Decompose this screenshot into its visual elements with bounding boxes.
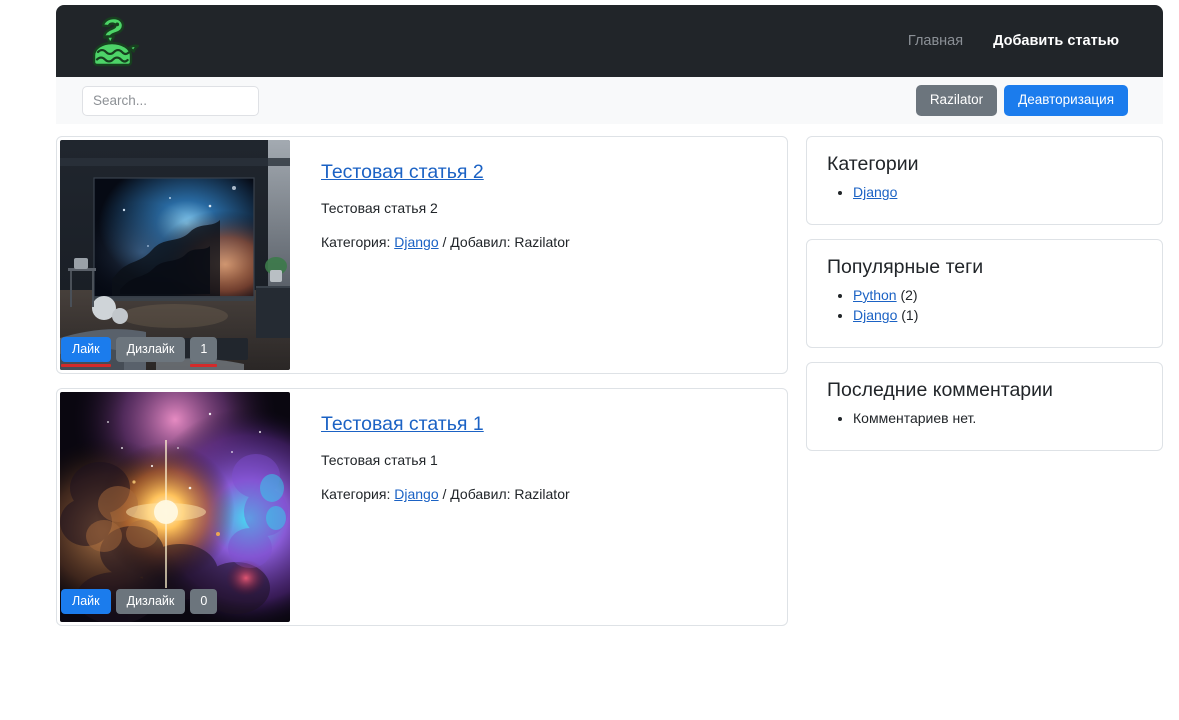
colorful-nebula-starburst-image — [60, 392, 290, 622]
meta-author-label: / Добавил: — [438, 486, 515, 502]
list-item: Django (1) — [853, 307, 1142, 323]
dislike-button[interactable]: Дизлайк — [115, 589, 186, 614]
sidebar: Категории Django Популярные теги Python … — [806, 136, 1163, 640]
rating-count: 0 — [190, 589, 218, 614]
tag-link-python[interactable]: Python — [853, 287, 897, 303]
list-item: Комментариев нет. — [853, 410, 1142, 426]
categories-list: Django — [827, 184, 1142, 200]
logout-button[interactable]: Деавторизация — [1004, 85, 1128, 116]
list-item: Python (2) — [853, 287, 1142, 303]
dislike-button[interactable]: Дизлайк — [115, 337, 186, 362]
meta-author-name: Razilator — [514, 486, 570, 502]
article-meta: Категория: Django / Добавил: Razilator — [321, 486, 767, 502]
article-title-link[interactable]: Тестовая статья 1 — [321, 413, 484, 436]
like-marker — [61, 364, 111, 367]
like-control: Лайк — [61, 337, 111, 367]
article-card: Тестовая статья 2 Тестовая статья 2 Кате… — [56, 136, 788, 374]
article-body: Тестовая статья 2 Тестовая статья 2 Кате… — [291, 139, 785, 371]
rating-count: 1 — [190, 337, 218, 362]
list-item: Django — [853, 184, 1142, 200]
bedroom-nebula-poster-image — [60, 140, 290, 370]
article-text: Тестовая статья 2 — [321, 200, 438, 216]
nav-link-add-article[interactable]: Добавить статью — [993, 33, 1119, 49]
like-control: Лайк — [61, 589, 111, 619]
rating-control: 0 — [190, 589, 218, 619]
widget-title: Категории — [827, 153, 919, 175]
like-button[interactable]: Лайк — [61, 337, 111, 362]
dislike-control: Дизлайк — [115, 337, 186, 367]
meta-category-link[interactable]: Django — [394, 234, 438, 250]
category-link-django[interactable]: Django — [853, 184, 897, 200]
navbar: Главная Добавить статью — [56, 5, 1163, 77]
tag-count: (2) — [900, 287, 918, 303]
content-area: Тестовая статья 2 Тестовая статья 2 Кате… — [56, 136, 1163, 640]
auth-area: Razilator Деавторизация — [915, 85, 1145, 116]
article-body: Тестовая статья 1 Тестовая статья 1 Кате… — [291, 391, 785, 623]
tag-link-django[interactable]: Django — [853, 307, 897, 323]
search-toolbar: Razilator Деавторизация — [56, 77, 1163, 124]
snake-logo-icon — [84, 14, 142, 68]
dislike-control: Дизлайк — [115, 589, 186, 619]
nav-links: Главная Добавить статью — [908, 33, 1143, 49]
article-title-link[interactable]: Тестовая статья 2 — [321, 161, 484, 184]
widget-popular-tags: Популярные теги Python (2) Django (1) — [806, 239, 1163, 348]
user-profile-button[interactable]: Razilator — [915, 85, 998, 116]
search-input[interactable] — [82, 85, 259, 116]
rating-marker — [190, 364, 218, 367]
widget-title: Популярные теги — [827, 256, 984, 278]
nav-link-home[interactable]: Главная — [908, 33, 963, 49]
meta-category-label: Категория: — [321, 486, 395, 502]
reaction-bar: Лайк Дизлайк 1 — [61, 337, 218, 367]
rating-control: 1 — [190, 337, 218, 367]
widget-categories: Категории Django — [806, 136, 1163, 225]
brand-logo-link[interactable] — [84, 5, 142, 77]
widget-title: Последние комментарии — [827, 379, 1053, 401]
articles-column: Тестовая статья 2 Тестовая статья 2 Кате… — [56, 136, 788, 640]
meta-category-link[interactable]: Django — [394, 486, 438, 502]
widget-latest-comments: Последние комментарии Комментариев нет. — [806, 362, 1163, 451]
tag-count: (1) — [901, 307, 919, 323]
article-meta: Категория: Django / Добавил: Razilator — [321, 234, 767, 250]
tags-list: Python (2) Django (1) — [827, 287, 1142, 323]
page-root: Главная Добавить статью Razilator Деавто… — [0, 0, 1179, 720]
meta-author-name: Razilator — [514, 234, 570, 250]
reaction-bar: Лайк Дизлайк 0 — [61, 589, 218, 619]
meta-category-label: Категория: — [321, 234, 395, 250]
article-text: Тестовая статья 1 — [321, 452, 438, 468]
article-card: Тестовая статья 1 Тестовая статья 1 Кате… — [56, 388, 788, 626]
comments-list: Комментариев нет. — [827, 410, 1142, 426]
like-button[interactable]: Лайк — [61, 589, 111, 614]
meta-author-label: / Добавил: — [438, 234, 515, 250]
